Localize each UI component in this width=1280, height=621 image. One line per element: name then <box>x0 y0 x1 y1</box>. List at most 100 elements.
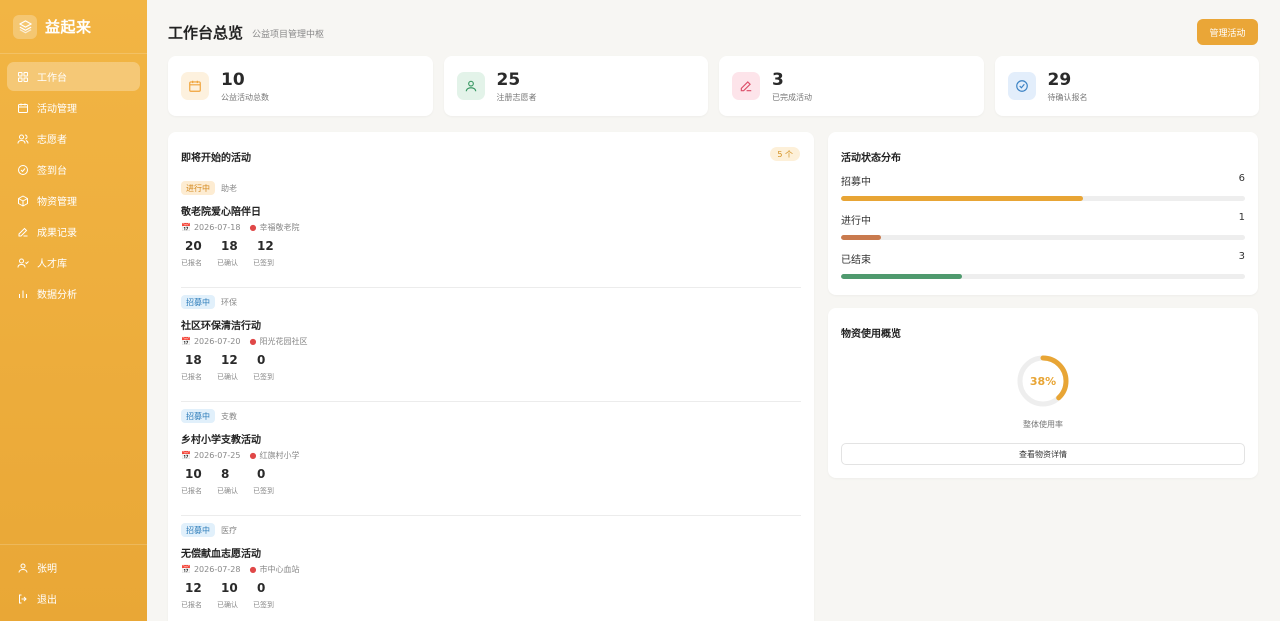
count-confirmed: 18 <box>221 239 238 253</box>
calendar-icon: 📅 <box>181 565 191 574</box>
status-bar-fill <box>841 235 882 240</box>
sidebar-item-0[interactable]: 工作台 <box>7 62 140 91</box>
count-signed: 20 <box>185 239 202 253</box>
status-label: 进行中 <box>841 216 871 227</box>
stat-label: 已完成活动 <box>772 92 812 102</box>
count-signed: 10 <box>185 467 202 481</box>
sidebar-item-5[interactable]: 成果记录 <box>7 217 140 246</box>
sidebar-item-1[interactable]: 活动管理 <box>7 93 140 122</box>
activity-title[interactable]: 乡村小学支教活动 <box>181 431 261 446</box>
sidebar-item-label: 活动管理 <box>37 104 77 115</box>
stat-value: 3 <box>772 69 784 90</box>
stat-card[interactable]: 10 公益活动总数 <box>168 56 433 116</box>
material-detail-button[interactable]: 查看物资详情 <box>841 443 1245 465</box>
activity-item[interactable]: 进行中 助老 敬老院爱心陪伴日 📅 2026-07-18 ● 幸福敬老院 20 已报名 18 已确认… <box>181 174 801 288</box>
activity-title[interactable]: 敬老院爱心陪伴日 <box>181 203 261 218</box>
brand-name: 益起来 <box>45 18 92 36</box>
status-row: 进行中 1 <box>841 212 1245 240</box>
user-icon <box>17 562 29 574</box>
bar-chart-icon <box>17 288 29 300</box>
sidebar-item-label: 物资管理 <box>37 197 77 208</box>
calendar-icon: 📅 <box>181 223 191 232</box>
check-circle-icon <box>1007 72 1036 100</box>
location-pin-icon: ● <box>249 451 257 460</box>
count-signed: 12 <box>185 581 202 595</box>
status-bar <box>841 196 1245 201</box>
count-label: 已签到 <box>253 601 274 609</box>
logout-label: 退出 <box>37 595 57 606</box>
count-signed: 18 <box>185 353 202 367</box>
stat-label: 公益活动总数 <box>221 92 269 102</box>
count-label: 已报名 <box>181 487 202 495</box>
grid-icon <box>17 71 29 83</box>
sidebar-item-label: 志愿者 <box>37 135 67 146</box>
usage-caption: 整体使用率 <box>1023 420 1063 429</box>
status-row: 已结束 3 <box>841 251 1245 279</box>
stat-card[interactable]: 3 已完成活动 <box>719 56 984 116</box>
page-title: 工作台总览 <box>168 24 244 42</box>
upcoming-count-badge: 5 个 <box>770 147 800 161</box>
stat-label: 注册志愿者 <box>496 92 537 102</box>
count-confirmed: 8 <box>221 467 230 481</box>
category-label: 助老 <box>221 183 237 193</box>
main-content: 工作台总览 公益项目管理中枢 管理活动 10 公益活动总数 25 注册志愿者 3 已完成活… <box>147 0 1280 621</box>
count-label: 已确认 <box>217 259 238 267</box>
activity-list: 进行中 助老 敬老院爱心陪伴日 📅 2026-07-18 ● 幸福敬老院 20 已报名 18 已确认… <box>181 174 801 621</box>
box-icon <box>17 195 29 207</box>
logout-button[interactable]: 退出 <box>7 584 140 613</box>
calendar-icon <box>17 102 29 114</box>
sidebar-item-6[interactable]: 人才库 <box>7 248 140 277</box>
sidebar-item-4[interactable]: 物资管理 <box>7 186 140 215</box>
count-checked: 0 <box>257 353 266 367</box>
sidebar-nav: 工作台活动管理志愿者签到台物资管理成果记录人才库数据分析 <box>0 54 147 308</box>
sidebar-item-2[interactable]: 志愿者 <box>7 124 140 153</box>
stat-card[interactable]: 25 注册志愿者 <box>443 56 708 116</box>
stat-value: 29 <box>1047 69 1072 90</box>
activity-place: 阳光花园社区 <box>259 337 308 346</box>
stats-row: 10 公益活动总数 25 注册志愿者 3 已完成活动 29 待确认报名 <box>168 56 1259 116</box>
material-title: 物资使用概览 <box>841 329 901 340</box>
sidebar-item-3[interactable]: 签到台 <box>7 155 140 184</box>
manage-activities-button[interactable]: 管理活动 <box>1197 19 1258 45</box>
calendar-icon <box>181 72 209 100</box>
sidebar: 益起来 工作台活动管理志愿者签到台物资管理成果记录人才库数据分析 张明 退出 <box>0 0 147 621</box>
count-label: 已确认 <box>217 601 238 609</box>
stat-card[interactable]: 29 待确认报名 <box>994 56 1259 116</box>
page-subtitle: 公益项目管理中枢 <box>252 30 325 40</box>
user-name: 张明 <box>37 564 57 575</box>
activity-item[interactable]: 招募中 支教 乡村小学支教活动 📅 2026-07-25 ● 红旗村小学 10 已报名 8 已确认 0… <box>181 402 801 516</box>
users-icon <box>17 133 29 145</box>
count-label: 已确认 <box>217 373 238 381</box>
status-bar <box>841 235 1245 240</box>
status-tag: 招募中 <box>181 409 215 423</box>
status-value: 3 <box>1238 251 1245 262</box>
check-circle-icon <box>17 164 29 176</box>
activity-item[interactable]: 招募中 环保 社区环保清洁行动 📅 2026-07-20 ● 阳光花园社区 18 已报名 12 已确… <box>181 288 801 402</box>
category-label: 环保 <box>221 297 237 307</box>
activity-date: 2026-07-25 <box>193 451 241 460</box>
count-label: 已签到 <box>253 373 274 381</box>
activity-title[interactable]: 无偿献血志愿活动 <box>181 545 261 560</box>
activity-title[interactable]: 社区环保清洁行动 <box>181 317 261 332</box>
count-label: 已报名 <box>181 259 202 267</box>
pen-icon <box>732 72 760 100</box>
count-label: 已报名 <box>181 601 202 609</box>
stat-label: 待确认报名 <box>1047 92 1088 102</box>
sidebar-user[interactable]: 张明 <box>7 553 140 582</box>
sidebar-item-label: 签到台 <box>37 166 67 177</box>
sidebar-item-label: 人才库 <box>37 259 67 270</box>
sidebar-item-label: 数据分析 <box>37 290 77 301</box>
status-tag: 招募中 <box>181 523 215 537</box>
upcoming-activities-card: 即将开始的活动 5 个 进行中 助老 敬老院爱心陪伴日 📅 2026-07-18 ● 幸福敬… <box>168 132 814 621</box>
status-title: 活动状态分布 <box>841 153 901 164</box>
status-value: 6 <box>1238 173 1245 184</box>
activity-item[interactable]: 招募中 医疗 无偿献血志愿活动 📅 2026-07-28 ● 市中心血站 12 已报名 10 已确认… <box>181 516 801 621</box>
brand[interactable]: 益起来 <box>0 0 147 54</box>
status-bar <box>841 274 1245 279</box>
people-icon <box>17 257 29 269</box>
activity-date: 2026-07-20 <box>193 337 241 346</box>
count-checked: 0 <box>257 581 266 595</box>
activity-date: 2026-07-28 <box>193 565 241 574</box>
layers-logo-icon <box>13 14 37 39</box>
sidebar-item-7[interactable]: 数据分析 <box>7 279 140 308</box>
